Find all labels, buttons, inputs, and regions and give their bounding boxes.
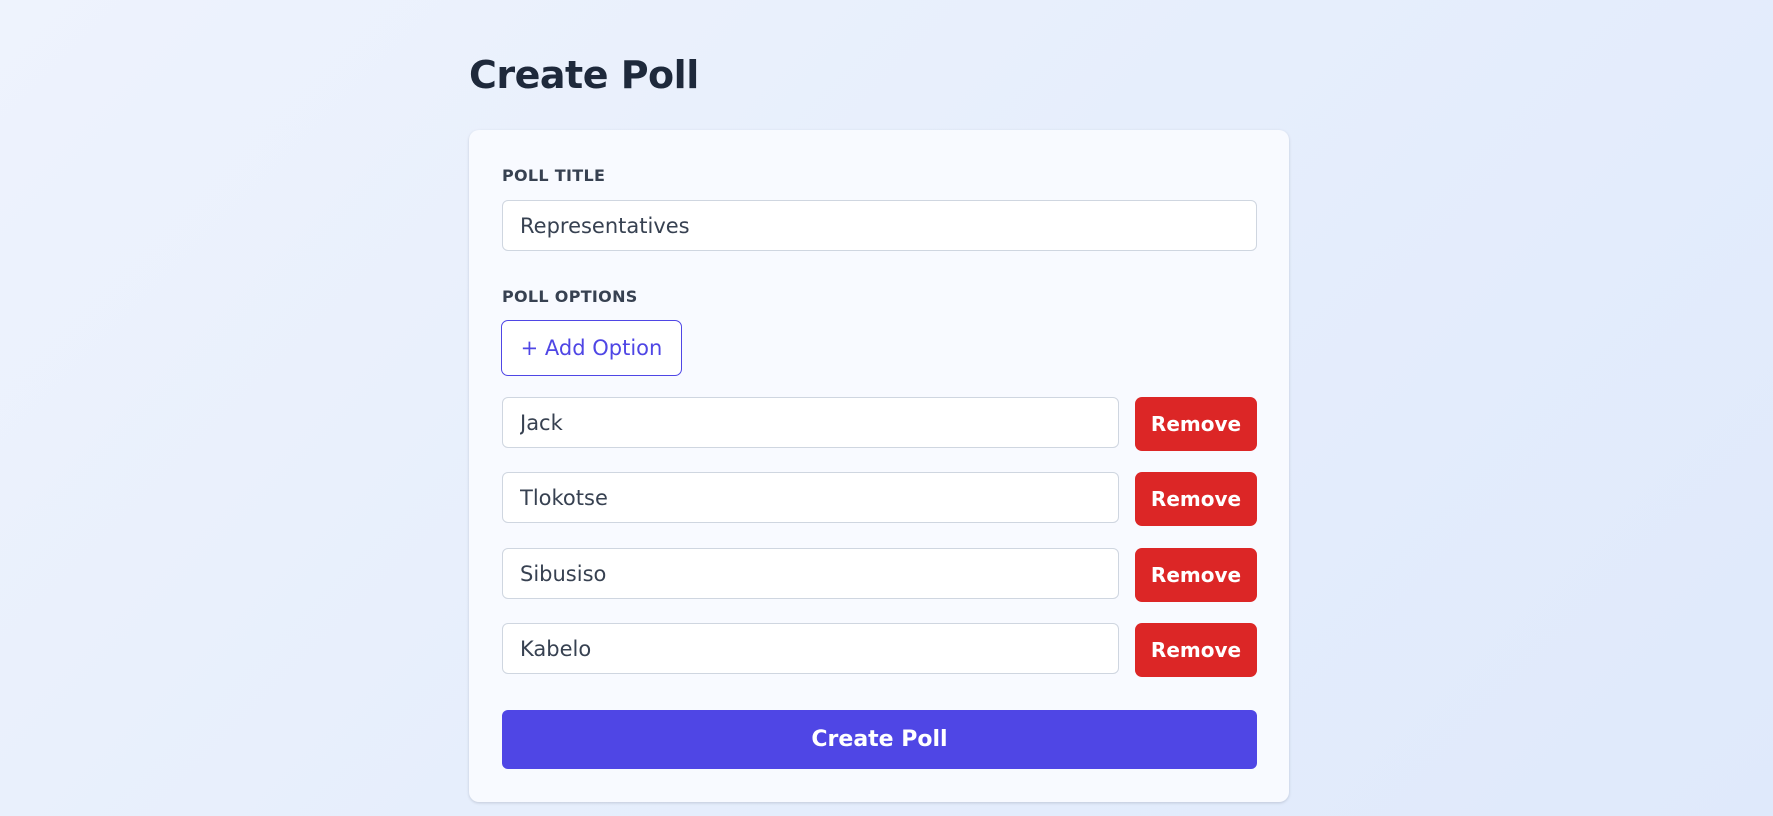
option-row: Remove xyxy=(469,548,1289,602)
option-input[interactable] xyxy=(502,623,1119,674)
option-input[interactable] xyxy=(502,472,1119,523)
remove-option-button[interactable]: Remove xyxy=(1135,623,1257,677)
poll-form-card: POLL TITLE POLL OPTIONS + Add Option Rem… xyxy=(469,130,1289,802)
create-poll-button[interactable]: Create Poll xyxy=(502,710,1257,769)
poll-title-input[interactable] xyxy=(502,200,1257,251)
poll-options-label: POLL OPTIONS xyxy=(502,287,638,306)
page-title: Create Poll xyxy=(469,53,699,97)
remove-option-button[interactable]: Remove xyxy=(1135,472,1257,526)
page-background: { "header": { "title": "Create Poll" }, … xyxy=(0,0,1773,816)
add-option-button[interactable]: + Add Option xyxy=(501,320,682,376)
remove-option-button[interactable]: Remove xyxy=(1135,397,1257,451)
option-row: Remove xyxy=(469,397,1289,451)
option-input[interactable] xyxy=(502,397,1119,448)
poll-title-label: POLL TITLE xyxy=(502,166,606,185)
option-row: Remove xyxy=(469,472,1289,526)
option-row: Remove xyxy=(469,623,1289,677)
remove-option-button[interactable]: Remove xyxy=(1135,548,1257,602)
option-input[interactable] xyxy=(502,548,1119,599)
